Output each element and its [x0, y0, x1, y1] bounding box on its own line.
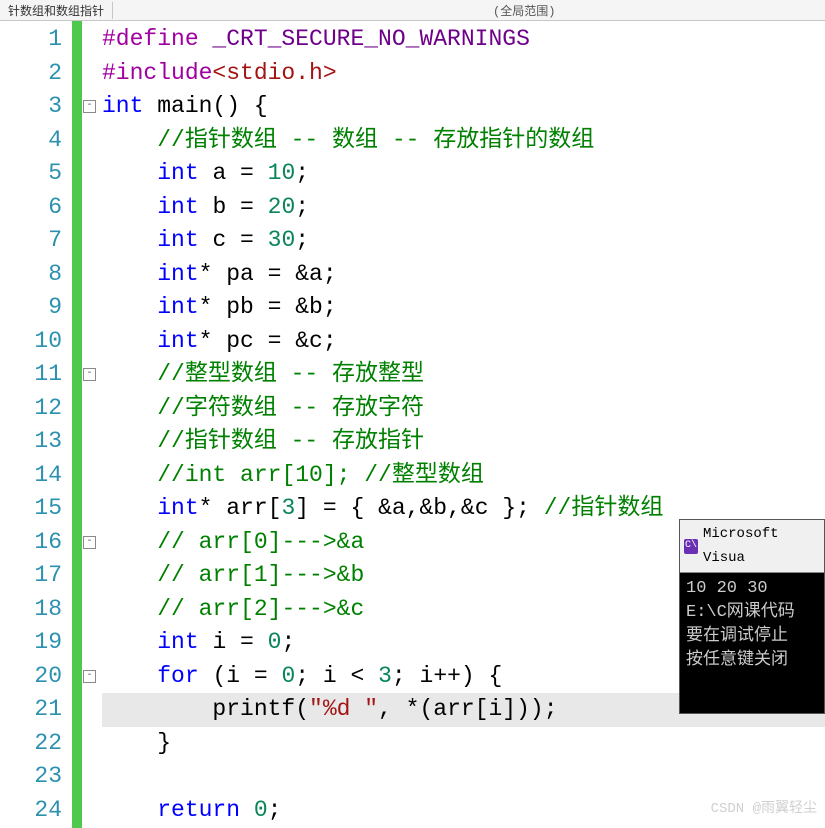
line-number: 13 [0, 425, 62, 459]
line-number: 18 [0, 593, 62, 627]
code-line[interactable]: int* pc = &c; [102, 325, 825, 359]
line-number: 5 [0, 157, 62, 191]
line-number: 23 [0, 760, 62, 794]
console-output: 10 20 30 E:\C网课代码 要在调试停止 按任意键关闭 [680, 573, 824, 713]
console-title: Microsoft Visua [703, 522, 820, 570]
line-number: 6 [0, 191, 62, 225]
code-line[interactable]: //整型数组 -- 存放整型 [102, 358, 825, 392]
line-number: 4 [0, 124, 62, 158]
line-number: 19 [0, 626, 62, 660]
fold-toggle[interactable]: - [83, 368, 96, 381]
line-number: 3 [0, 90, 62, 124]
code-line[interactable]: int b = 20; [102, 191, 825, 225]
code-line[interactable]: //指针数组 -- 存放指针 [102, 425, 825, 459]
line-number: 12 [0, 392, 62, 426]
code-line[interactable]: int* pb = &b; [102, 291, 825, 325]
code-line[interactable]: int main() { [102, 90, 825, 124]
console-titlebar[interactable]: C\ Microsoft Visua [680, 520, 824, 573]
console-window[interactable]: C\ Microsoft Visua 10 20 30 E:\C网课代码 要在调… [679, 519, 825, 714]
code-line[interactable]: int c = 30; [102, 224, 825, 258]
line-number: 24 [0, 794, 62, 828]
editor-topbar: 针数组和数组指针 (全局范围) [0, 0, 825, 21]
code-line[interactable]: int a = 10; [102, 157, 825, 191]
line-number: 7 [0, 224, 62, 258]
line-number: 11 [0, 358, 62, 392]
console-icon: C\ [684, 539, 698, 554]
line-number: 9 [0, 291, 62, 325]
fold-toggle[interactable]: - [83, 100, 96, 113]
line-number: 15 [0, 492, 62, 526]
code-line[interactable]: //指针数组 -- 数组 -- 存放指针的数组 [102, 124, 825, 158]
code-line[interactable]: int* pa = &a; [102, 258, 825, 292]
line-number: 20 [0, 660, 62, 694]
file-tab[interactable]: 针数组和数组指针 [0, 2, 113, 19]
code-line[interactable]: #define _CRT_SECURE_NO_WARNINGS [102, 23, 825, 57]
change-indicator-bar [72, 21, 82, 828]
fold-column: - - - - [82, 21, 96, 828]
watermark: CSDN @雨翼轻尘 [711, 797, 817, 817]
code-line[interactable] [102, 760, 825, 794]
line-number: 2 [0, 57, 62, 91]
line-number: 10 [0, 325, 62, 359]
line-number: 21 [0, 693, 62, 727]
line-number-gutter: 123456789101112131415161718192021222324 [0, 21, 72, 828]
line-number: 17 [0, 559, 62, 593]
line-number: 14 [0, 459, 62, 493]
line-number: 8 [0, 258, 62, 292]
fold-toggle[interactable]: - [83, 536, 96, 549]
code-line[interactable]: //int arr[10]; //整型数组 [102, 459, 825, 493]
line-number: 22 [0, 727, 62, 761]
code-line[interactable]: } [102, 727, 825, 761]
scope-dropdown[interactable]: (全局范围) [493, 2, 555, 19]
line-number: 1 [0, 23, 62, 57]
fold-toggle[interactable]: - [83, 670, 96, 683]
code-line[interactable]: #include<stdio.h> [102, 57, 825, 91]
code-editor[interactable]: 123456789101112131415161718192021222324 … [0, 21, 825, 828]
line-number: 16 [0, 526, 62, 560]
code-line[interactable]: //字符数组 -- 存放字符 [102, 392, 825, 426]
